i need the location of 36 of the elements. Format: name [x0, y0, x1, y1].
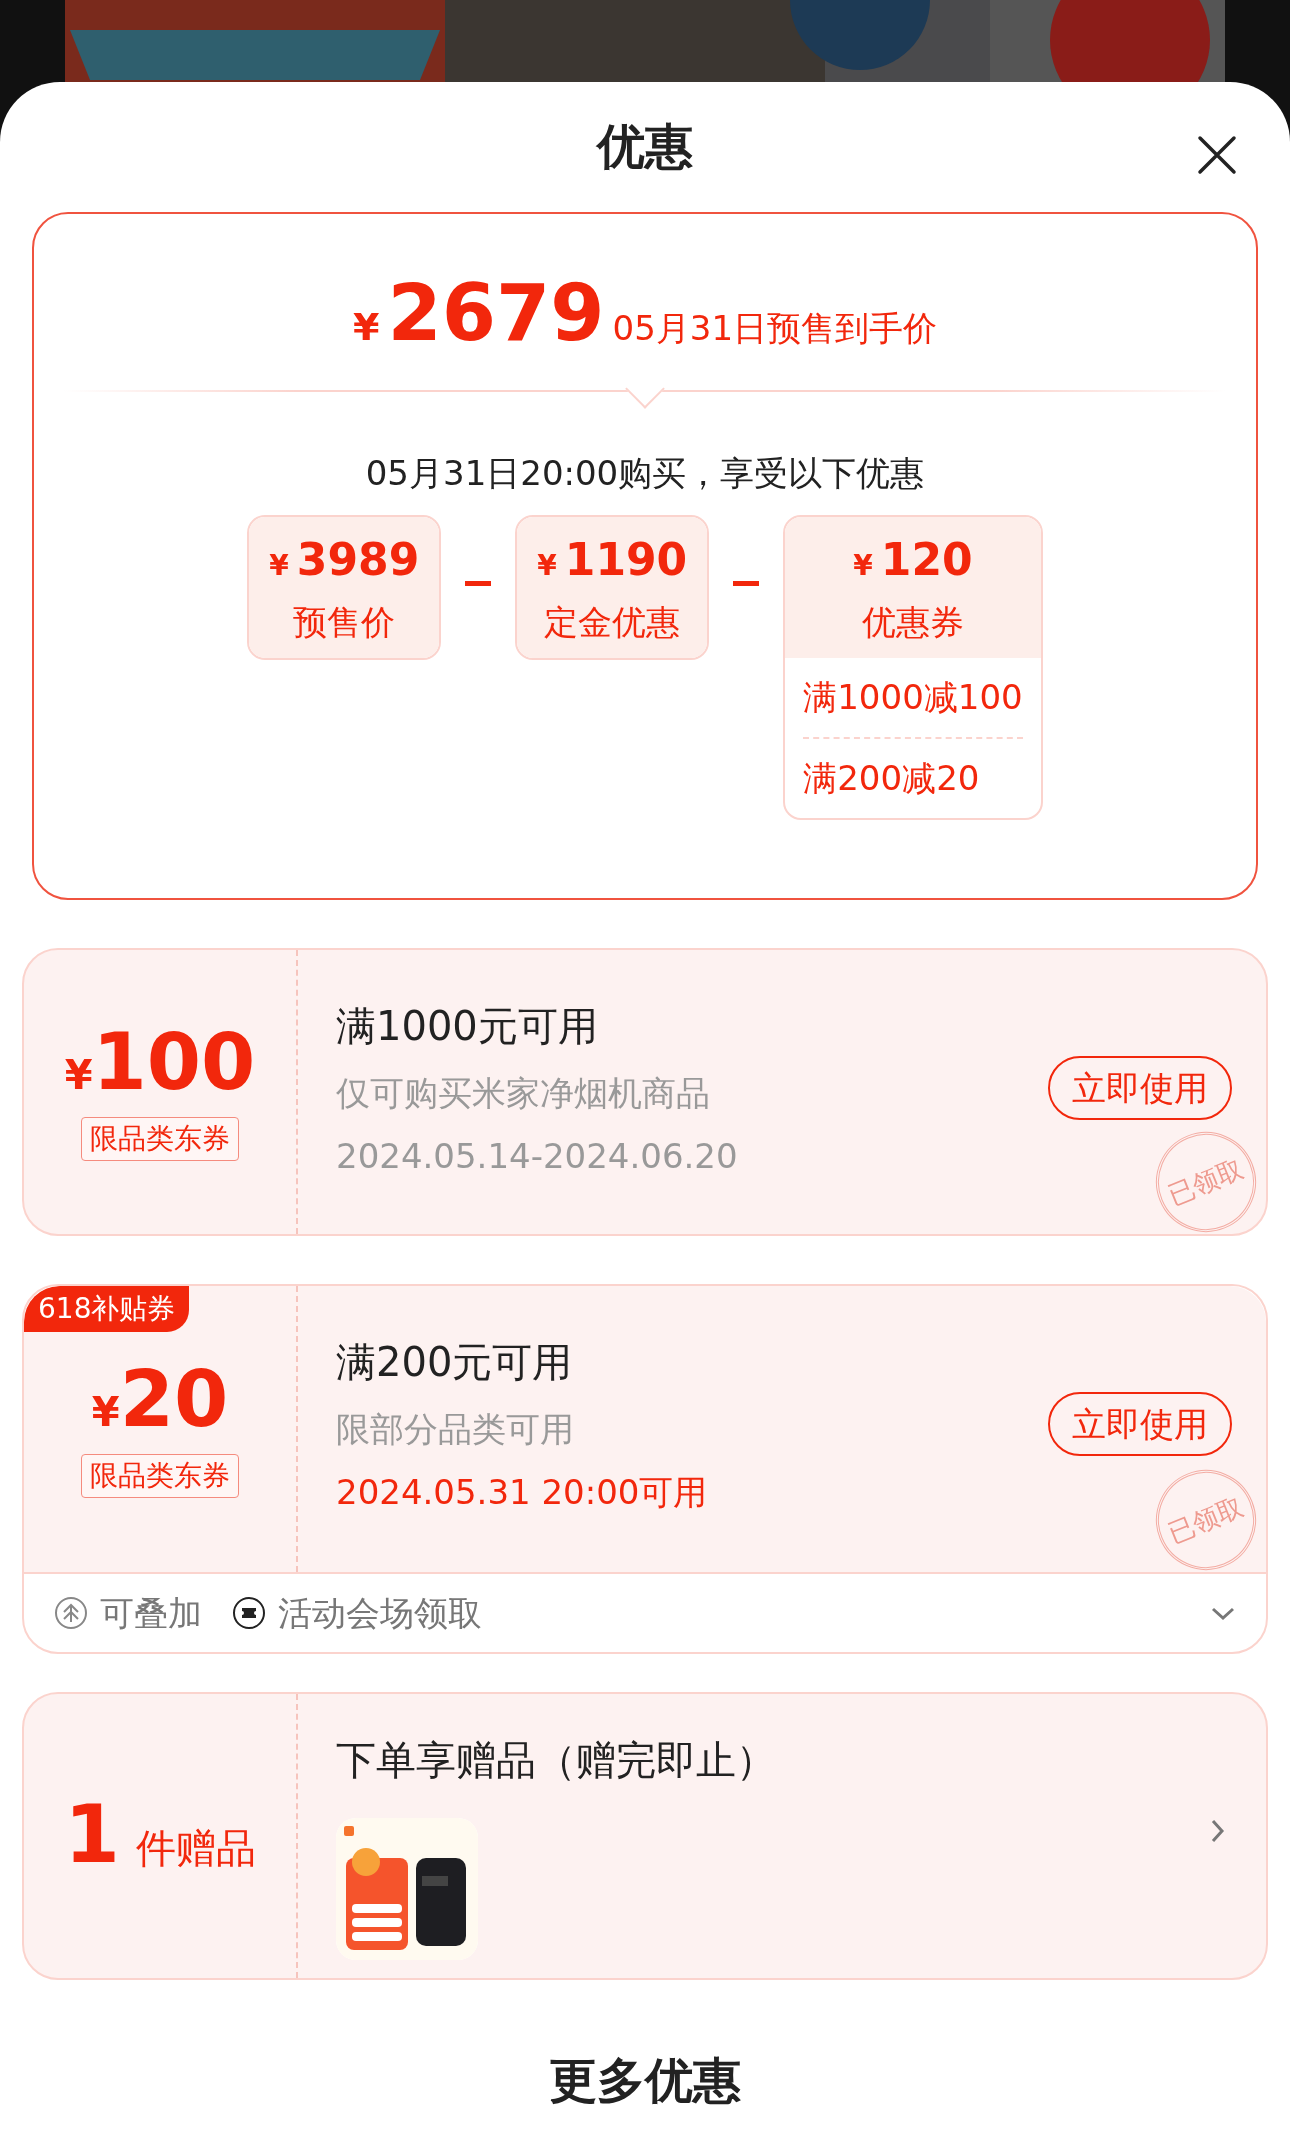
breakdown-amount: ¥ 1190: [537, 533, 688, 587]
coupon-feature: 活动会场领取: [278, 1591, 482, 1635]
use-button[interactable]: 立即使用: [1048, 1392, 1232, 1457]
stack-icon: [54, 1596, 88, 1630]
sheet-title: 优惠: [597, 117, 693, 176]
coupon-tag: 限品类东券: [81, 1454, 239, 1498]
close-icon[interactable]: [1196, 134, 1238, 176]
coupon-amount: ¥100: [64, 1023, 256, 1105]
gift-count: 1 件赠品: [64, 1794, 256, 1878]
coupon-rule: 满200减20: [802, 757, 981, 800]
coupon-badge: 618补贴券: [24, 1286, 190, 1332]
minus-icon: [465, 581, 492, 586]
coupon-description: 仅可购买米家净烟机商品: [336, 1072, 710, 1115]
chevron-right-icon[interactable]: [1210, 1818, 1226, 1844]
use-button[interactable]: 立即使用: [1048, 1056, 1232, 1121]
coupon-validity: 2024.05.14-2024.06.20: [336, 1135, 738, 1178]
breakdown-label: 预售价: [292, 601, 397, 644]
minus-icon: [733, 581, 760, 586]
ticket-icon: [232, 1596, 266, 1630]
breakdown-label: 优惠券: [860, 601, 965, 644]
coupon-title: 满1000元可用: [336, 1002, 598, 1051]
coupon-validity: 2024.05.31 20:00可用: [336, 1471, 708, 1514]
coupon-feature: 可叠加: [100, 1591, 202, 1635]
coupon-description: 限部分品类可用: [336, 1408, 574, 1451]
final-price: ¥2679: [352, 274, 605, 356]
breakdown-label: 定金优惠: [543, 601, 682, 644]
breakdown-amount: ¥ 120: [852, 533, 974, 587]
purchase-condition: 05月31日20:00购买，享受以下优惠: [364, 452, 926, 495]
gift-title: 下单享赠品（赠完即止）: [336, 1736, 776, 1785]
coupon-rule: 满1000减100: [802, 676, 1024, 719]
more-offers-heading: 更多优惠: [548, 2051, 742, 2110]
coupon-title: 满200元可用: [336, 1338, 573, 1387]
coupon-amount: ¥20: [91, 1360, 229, 1442]
price-caption: 05月31日预售到手价: [612, 307, 938, 350]
coupon-tag: 限品类东券: [81, 1117, 239, 1161]
breakdown-amount: ¥ 3989: [269, 533, 420, 587]
